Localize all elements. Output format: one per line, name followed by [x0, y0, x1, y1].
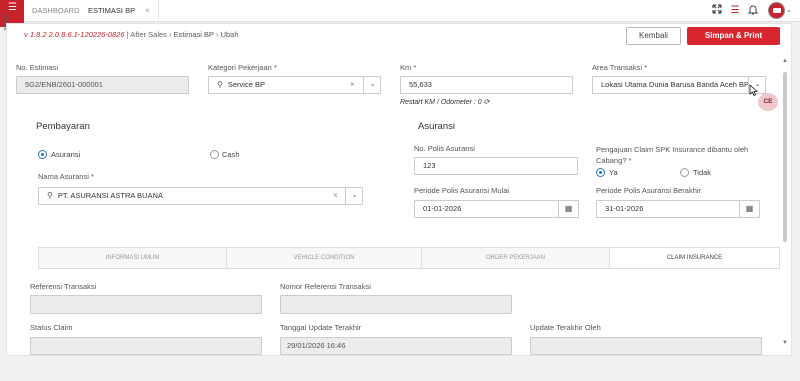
chevron-down-icon[interactable]: ⌄	[345, 187, 363, 205]
referensi-transaksi-label: Referensi Transaksi	[30, 282, 97, 291]
calendar-icon[interactable]: ▦	[739, 200, 759, 218]
kategori-pekerjaan-select[interactable]: ⚲ Service BP × ⌄	[208, 76, 381, 94]
clear-icon[interactable]: ×	[350, 77, 355, 93]
mouse-cursor-icon	[749, 84, 759, 99]
restart-km-hint: Restart KM / Odometer : 0 ⟳	[400, 99, 490, 106]
update-oleh-label: Update Terakhir Oleh	[530, 323, 601, 332]
radio-asuransi[interactable]	[38, 150, 47, 159]
claim-question-label: Pengajuan Claim SPK Insurance dibantu ol…	[596, 145, 749, 165]
nomor-referensi-field	[280, 295, 512, 314]
simpan-print-button[interactable]: Simpan & Print	[687, 27, 780, 45]
radio-tidak[interactable]	[680, 168, 689, 177]
kembali-button[interactable]: Kembali	[626, 27, 681, 45]
tab-claim-insurance[interactable]: CLAIM INSURANCE	[610, 248, 779, 268]
nama-asuransi-select[interactable]: ⚲ PT. ASURANSI ASTRA BUANA × ⌄	[38, 187, 363, 205]
no-estimasi-label: No. Estimasi	[16, 63, 59, 72]
scroll-down-arrow[interactable]: ▼	[782, 340, 788, 346]
area-transaksi-label: Area Transaksi *	[592, 63, 648, 72]
calendar-icon[interactable]: ▦	[558, 200, 578, 218]
chevron-down-icon[interactable]: ⌄	[363, 76, 381, 94]
chevron-down-icon[interactable]: ⌄	[786, 6, 792, 14]
scroll-up-arrow[interactable]: ▲	[782, 58, 788, 64]
radio-ya[interactable]	[596, 168, 605, 177]
nomor-referensi-label: Nomor Referensi Transaksi	[280, 282, 371, 291]
update-oleh-field	[530, 337, 762, 355]
radio-cash[interactable]	[210, 150, 219, 159]
tab-informasi-umum[interactable]: INFORMASI UMUM	[39, 248, 227, 268]
bell-icon[interactable]	[746, 4, 760, 18]
periode-mulai-date[interactable]: 01-01-2026 ▦	[414, 200, 579, 218]
breadcrumb: v 1.8.2 2.0.8.6.1-120226-0826 | After Sa…	[24, 30, 239, 39]
referensi-transaksi-field	[30, 295, 262, 314]
breadcrumb-ubah: Ubah	[220, 30, 239, 39]
breadcrumb-after-sales[interactable]: After Sales	[130, 30, 167, 39]
expand-icon[interactable]	[710, 4, 724, 18]
periode-mulai-label: Periode Polis Asuransi Mulai	[414, 186, 510, 195]
asuransi-title: Asuransi	[418, 121, 455, 132]
tab-vehicle-condition[interactable]: VEHICLE CONDITION	[227, 248, 422, 268]
periode-berakhir-label: Periode Polis Asuransi Berakhir	[596, 186, 702, 195]
close-icon[interactable]: ×	[145, 6, 150, 15]
clear-icon[interactable]: ×	[333, 188, 338, 204]
periode-berakhir-date[interactable]: 31-01-2026 ▦	[596, 200, 760, 218]
status-claim-field	[30, 337, 262, 355]
hamburger-icon: ☰	[8, 2, 17, 13]
radio-cash-label: Cash	[222, 150, 240, 159]
tab-dashboard[interactable]: DASHBOARD	[24, 0, 89, 21]
pembayaran-title: Pembayaran	[36, 121, 90, 132]
detail-tabs: INFORMASI UMUM VEHICLE CONDITION ORDER P…	[38, 247, 780, 269]
refresh-icon[interactable]: ⟳	[484, 99, 490, 106]
radio-ya-label: Ya	[609, 168, 618, 177]
radio-asuransi-label: Asuransi	[51, 150, 81, 159]
no-estimasi-field: 5G2/ENB/2601-000001	[16, 76, 189, 94]
list-icon[interactable]: ☰	[728, 4, 742, 18]
search-icon: ⚲	[217, 80, 223, 89]
version-label: v 1.8.2 2.0.8.6.1-120226-0826	[24, 30, 125, 39]
search-icon: ⚲	[47, 191, 53, 200]
area-transaksi-select[interactable]: Lokasi Utama Dunia Barusa Banda Aceh BP …	[592, 76, 766, 94]
tanggal-update-label: Tanggal Update Terakhir	[280, 323, 362, 332]
user-avatar[interactable]	[768, 2, 785, 19]
tab-estimasi-bp[interactable]: ESTIMASI BP ×	[80, 0, 159, 21]
no-polis-label: No. Polis Asuransi	[414, 144, 475, 153]
tab-order-pekerjaan[interactable]: ORDER PEKERJAAN	[422, 248, 610, 268]
scrollbar-thumb[interactable]	[783, 72, 787, 242]
km-input[interactable]: 55,633	[400, 76, 573, 94]
kategori-pekerjaan-label: Kategori Pekerjaan *	[208, 63, 277, 72]
ce-badge[interactable]: CE	[758, 93, 778, 111]
top-bar: DASHBOARD ESTIMASI BP × ☰	[24, 0, 800, 22]
bottom-bar	[0, 358, 800, 381]
km-label: Km *	[400, 63, 417, 72]
radio-tidak-label: Tidak	[693, 168, 712, 177]
status-claim-label: Status Claim	[30, 323, 73, 332]
nama-asuransi-label: Nama Asuransi *	[38, 172, 94, 181]
tanggal-update-field: 29/01/2026 16:46	[280, 337, 512, 355]
breadcrumb-estimasi-bp[interactable]: Estimasi BP	[174, 30, 214, 39]
no-polis-input[interactable]: 123	[414, 157, 578, 175]
